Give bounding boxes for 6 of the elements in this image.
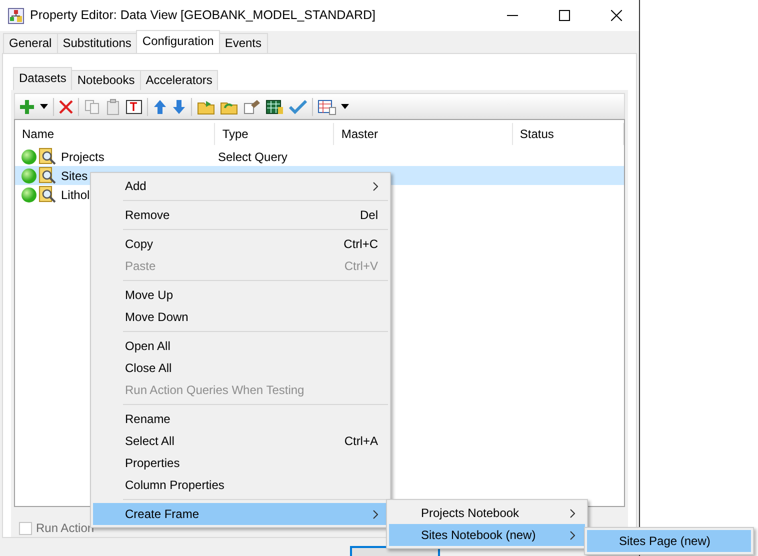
dataset-name: Sites [60,168,88,184]
window-title: Property Editor: Data View [GEOBANK_MODEL_STANDARD] [30,7,376,24]
checkbox-label: Run Action [36,520,94,537]
dataset-name: Lithol [60,186,90,204]
table-cell: Select Query [218,150,288,164]
dataset-name: Projects [60,148,104,166]
